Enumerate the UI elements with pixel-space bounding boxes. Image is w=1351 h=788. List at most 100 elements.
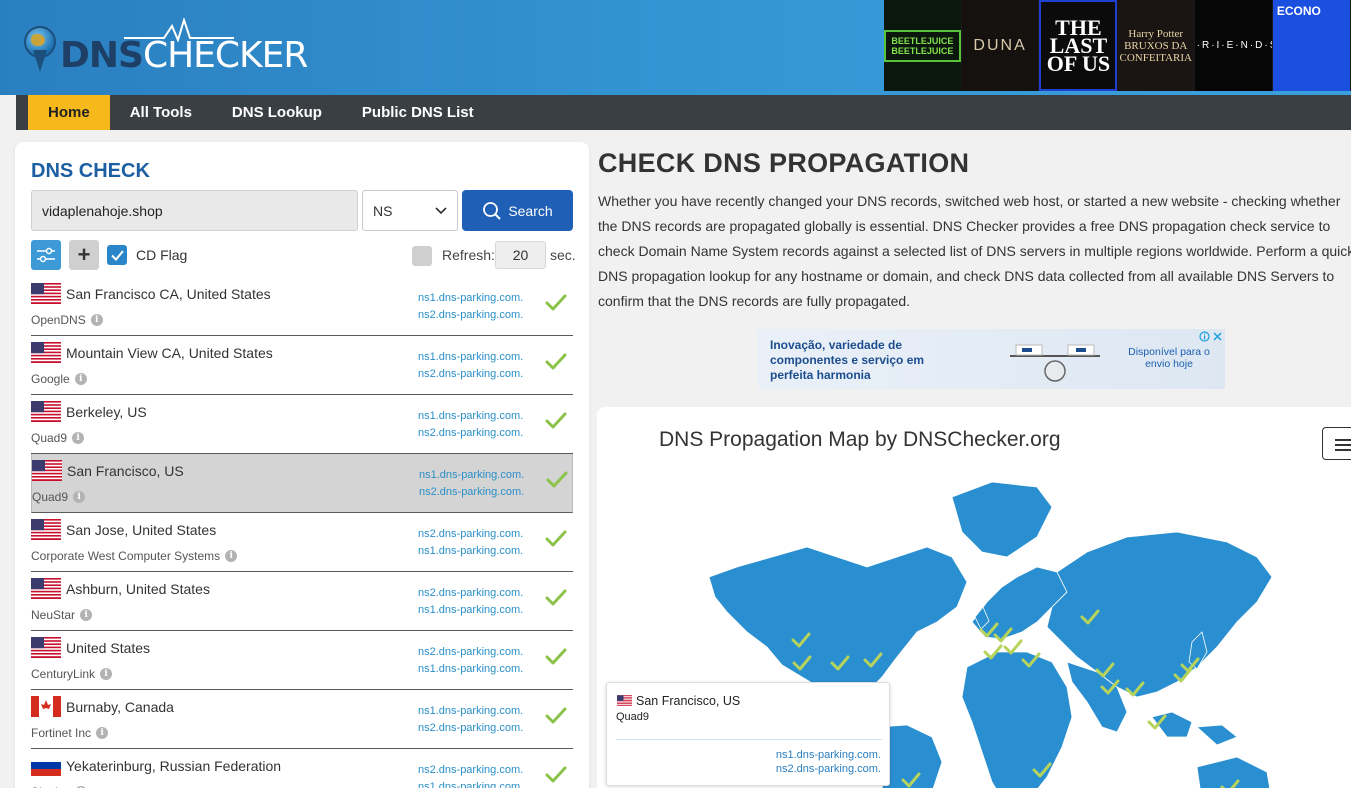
russia-flag-icon	[31, 755, 61, 776]
result-nameservers: ns2.dns-parking.com. ns1.dns-parking.com.	[418, 526, 523, 560]
nav-home[interactable]: Home	[28, 95, 110, 130]
provider-name: OpenDNS	[31, 313, 86, 327]
us-flag-icon	[31, 283, 61, 304]
ad-tile[interactable]: THE LAST OF US	[1039, 0, 1118, 91]
dnschecker-logo[interactable]: DNS CHECKER	[24, 18, 308, 76]
checkmark-icon	[110, 249, 124, 261]
search-button-label: Search	[508, 202, 553, 219]
result-row[interactable]: Burnaby, Canada Fortinet Inc i ns1.dns-park…	[31, 690, 573, 749]
tooltip-nameservers: ns1.dns-parking.com. ns2.dns-parking.com…	[776, 748, 881, 776]
logo-checker-text: CHECKER	[142, 35, 308, 76]
info-icon[interactable]: i	[74, 373, 87, 385]
info-icon[interactable]: i	[96, 727, 109, 739]
result-provider: NeuStar i	[31, 608, 93, 622]
result-provider: Quad9 i	[32, 490, 86, 504]
plus-icon: +	[77, 242, 91, 267]
info-icon[interactable]: i	[90, 314, 103, 326]
result-row[interactable]: Berkeley, US Quad9 i ns1.dns-parking.com. ns…	[31, 395, 573, 454]
record-type-select[interactable]: NS	[362, 190, 458, 231]
result-provider: Google i	[31, 372, 87, 386]
info-icon[interactable]: i	[100, 668, 113, 680]
result-row[interactable]: United States CenturyLink i ns2.dns-parking…	[31, 631, 573, 690]
refresh-checkbox[interactable]	[412, 246, 432, 266]
result-location: United States	[66, 640, 151, 656]
chevron-down-icon	[435, 206, 447, 214]
result-ns2: ns2.dns-parking.com.	[418, 722, 524, 734]
result-row[interactable]: Yekaterinburg, Russian FederationSkydnsi…	[31, 749, 573, 788]
dns-check-panel: DNS CHECK NS Search + CD Flag Refresh: 2…	[15, 142, 589, 788]
result-provider: Corporate West Computer Systems i	[31, 549, 238, 563]
domain-input[interactable]	[31, 190, 358, 231]
map-menu-button[interactable]	[1322, 427, 1351, 460]
check-icon	[545, 530, 567, 547]
result-row[interactable]: Mountain View CA, United States Google i ns…	[31, 336, 573, 395]
result-ns1: ns1.dns-parking.com.	[418, 351, 524, 363]
tooltip-ns2: ns2.dns-parking.com.	[775, 763, 881, 775]
result-ns1: ns2.dns-parking.com.	[418, 764, 524, 776]
sliders-icon	[37, 247, 55, 263]
result-location: Ashburn, United States	[66, 581, 210, 597]
result-ns1: ns1.dns-parking.com.	[419, 469, 525, 481]
cd-flag-checkbox[interactable]	[107, 245, 127, 265]
info-icon[interactable]: i	[72, 432, 85, 444]
ad-banner-right-text: Disponível para o envio hoje	[1128, 346, 1210, 370]
search-button[interactable]: Search	[462, 190, 573, 231]
result-ns2: ns2.dns-parking.com.	[418, 427, 524, 439]
result-provider: Fortinet Inc i	[31, 726, 109, 740]
nav-dns-lookup[interactable]: DNS Lookup	[212, 95, 342, 130]
provider-name: NeuStar	[31, 608, 76, 622]
panel-heading: DNS CHECK	[31, 160, 150, 182]
refresh-interval-input[interactable]: 20	[495, 241, 546, 269]
logo-dns-text: DNS	[60, 35, 144, 76]
result-row[interactable]: San Francisco, US Quad9 i ns1.dns-parking.c…	[31, 454, 573, 513]
ad-tile[interactable]: F·R·I·E·N·D·S	[1195, 0, 1273, 91]
result-row[interactable]: Ashburn, United States NeuStar i ns2.dns-pa…	[31, 572, 573, 631]
us-flag-icon	[31, 519, 61, 540]
check-icon	[545, 294, 567, 311]
globe-pin-icon	[24, 26, 58, 76]
nav-all-tools[interactable]: All Tools	[110, 95, 212, 130]
settings-sliders-button[interactable]	[31, 240, 61, 270]
provider-name: Quad9	[31, 431, 68, 445]
result-nameservers: ns1.dns-parking.com. ns2.dns-parking.com.	[418, 408, 523, 442]
search-icon	[483, 201, 502, 220]
result-row[interactable]: San Francisco CA, United States OpenDNS i n…	[31, 277, 573, 336]
balance-scale-icon	[1010, 344, 1100, 382]
info-icon[interactable]: i	[73, 491, 86, 503]
result-location: Yekaterinburg, Russian Federation	[66, 758, 282, 774]
ad-tile[interactable]: Harry Potter BRUXOS DA CONFEITARIA	[1117, 0, 1196, 91]
ad-tile[interactable]: DUNA	[961, 0, 1040, 91]
result-row[interactable]: San Jose, United States Corporate West Co…	[31, 513, 573, 572]
page-title: CHECK DNS PROPAGATION	[598, 148, 970, 178]
add-button[interactable]: +	[69, 240, 99, 270]
result-location: San Francisco, US	[67, 463, 184, 479]
result-nameservers: ns2.dns-parking.com. ns1.dns-parking.com.	[418, 585, 523, 619]
check-icon	[545, 353, 567, 370]
ad-choices-icon[interactable]	[1199, 331, 1223, 345]
provider-name: Google	[31, 372, 70, 386]
ad-tile[interactable]: ECONO	[1272, 0, 1351, 91]
tooltip-location: San Francisco, US	[636, 694, 741, 708]
nav-public-dns-list[interactable]: Public DNS List	[342, 95, 494, 130]
result-nameservers: ns1.dns-parking.com. ns2.dns-parking.com.	[418, 349, 523, 383]
result-ns1: ns2.dns-parking.com.	[418, 646, 524, 658]
main-nav: Home All Tools DNS Lookup Public DNS Lis…	[16, 95, 1351, 130]
result-nameservers: ns1.dns-parking.com. ns2.dns-parking.com.	[419, 467, 524, 501]
us-flag-icon	[31, 401, 61, 422]
provider-name: Fortinet Inc	[31, 726, 92, 740]
ad-tile[interactable]: BEETLEJUICE BEETLEJUICE	[884, 0, 962, 91]
provider-name: CenturyLink	[31, 667, 96, 681]
refresh-label: Refresh:	[442, 247, 495, 263]
result-ns2: ns2.dns-parking.com.	[418, 309, 524, 321]
info-icon[interactable]: i	[225, 550, 238, 562]
pulse-line-icon	[124, 18, 234, 42]
ad-banner[interactable]: Inovação, variedade de componentes e ser…	[758, 329, 1225, 389]
ad-strip[interactable]: BEETLEJUICE BEETLEJUICE DUNA THE LAST OF…	[884, 0, 1351, 91]
check-icon	[545, 412, 567, 429]
check-icon	[545, 589, 567, 606]
record-type-value: NS	[373, 202, 393, 219]
result-nameservers: ns2.dns-parking.com. ns1.dns-parking.com.	[418, 762, 523, 788]
check-icon	[545, 707, 567, 724]
result-ns2: ns1.dns-parking.com.	[418, 663, 524, 675]
info-icon[interactable]: i	[80, 609, 93, 621]
